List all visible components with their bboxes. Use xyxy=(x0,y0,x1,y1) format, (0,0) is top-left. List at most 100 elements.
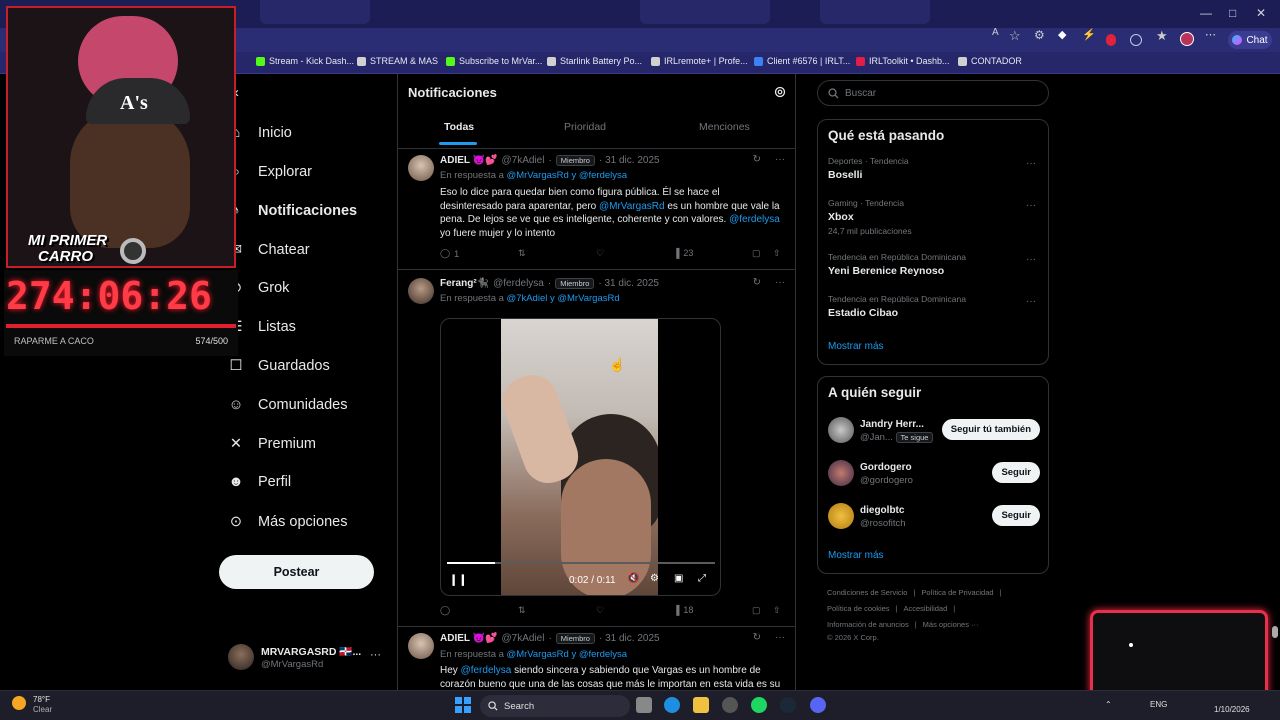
nav-item-inicio[interactable]: ⌂Inicio xyxy=(228,121,292,145)
file-explorer-icon[interactable] xyxy=(693,697,709,713)
nav-item-perfil[interactable]: ☻ Perfil xyxy=(228,470,291,494)
bookmark-item[interactable]: IRLToolkit • Dashb... xyxy=(856,56,950,66)
reply-targets[interactable]: @MrVargasRd y @ferdelysa xyxy=(507,170,627,181)
tweet[interactable]: ADIEL 😈💕 @7kAdiel · Miembro · 31 dic. 20… xyxy=(398,148,795,269)
search-input[interactable]: Buscar xyxy=(817,80,1049,106)
steam-icon[interactable] xyxy=(780,697,796,713)
nav-item-explorar[interactable]: ⌕ Explorar xyxy=(228,160,312,184)
tweet-avatar[interactable] xyxy=(408,155,434,181)
nav-item-guardados[interactable]: ☐ Guardados xyxy=(228,354,330,378)
nav-item-chatear[interactable]: ✉ Chatear xyxy=(228,238,310,262)
browser-tab[interactable] xyxy=(640,0,770,24)
fullscreen-icon[interactable]: ⤢ xyxy=(698,573,706,584)
picture-in-picture-icon[interactable]: ▣ xyxy=(674,573,683,584)
follow-suggestion[interactable]: Jandry Herr... @Jan... Te sigue Seguir tú … xyxy=(828,417,1040,447)
grok-icon[interactable]: ↻ xyxy=(753,632,761,643)
tweet-avatar[interactable] xyxy=(408,278,434,304)
maximize-icon[interactable]: □ xyxy=(1229,6,1236,20)
views-button[interactable]: ▐ 18 xyxy=(673,605,693,615)
spotify-icon[interactable] xyxy=(751,697,767,713)
follow-button[interactable]: Seguir tú también xyxy=(941,419,1040,440)
bookmark-item[interactable]: STREAM & MAS xyxy=(357,56,438,66)
trend-name[interactable]: Boselli xyxy=(828,169,862,181)
tweet-author-handle[interactable]: @ferdelysa xyxy=(493,278,544,289)
weather-temp[interactable]: 78°F xyxy=(33,695,50,704)
tweet-author-name[interactable]: ADIEL 😈💕 xyxy=(440,633,498,644)
pause-icon[interactable]: ❙❙ xyxy=(449,573,467,586)
show-more-link[interactable]: Mostrar más xyxy=(828,550,884,561)
more-icon[interactable]: ··· xyxy=(1026,158,1036,169)
grok-icon[interactable]: ↻ xyxy=(753,277,761,288)
trend-name[interactable]: Yeni Berenice Reynoso xyxy=(828,265,944,277)
tray-chevron-icon[interactable]: ⌃ xyxy=(1105,700,1112,709)
nav-item-comunidades[interactable]: ☺ Comunidades xyxy=(228,393,348,417)
bookmark-item[interactable]: Stream - Kick Dash... xyxy=(256,56,354,66)
tab-prioridad[interactable]: Prioridad xyxy=(564,121,606,133)
browser-tab[interactable] xyxy=(820,0,930,24)
footer-link[interactable]: Información de anuncios xyxy=(827,620,909,629)
bookmark-button[interactable]: ▢ xyxy=(752,248,761,259)
bookmark-item[interactable]: IRLremote+ | Profe... xyxy=(651,56,748,66)
more-icon[interactable]: ··· xyxy=(775,154,785,165)
more-icon[interactable]: ··· xyxy=(775,632,785,643)
extension-diamond-icon[interactable]: ◆ xyxy=(1058,28,1070,41)
mute-icon[interactable]: 🔇 xyxy=(627,573,639,584)
edge-icon[interactable] xyxy=(664,697,680,713)
footer-link[interactable]: Accesibilidad xyxy=(904,604,948,613)
more-icon[interactable]: ··· xyxy=(1026,296,1036,307)
more-icon[interactable]: ··· xyxy=(370,649,381,661)
reply-targets[interactable]: @7kAdiel y @MrVargasRd xyxy=(507,293,620,304)
tweet[interactable]: Ferang²🐈‍⬛ @ferdelysa · Miembro · 31 dic… xyxy=(398,269,795,626)
views-button[interactable]: ▐ 23 xyxy=(673,248,693,258)
footer-link[interactable]: Política de cookies xyxy=(827,604,890,613)
favorite-star-icon[interactable]: ☆ xyxy=(1009,28,1021,43)
favorites-icon[interactable]: ★ xyxy=(1156,28,1168,43)
obs-icon[interactable] xyxy=(722,697,738,713)
like-button[interactable]: ♡ xyxy=(596,605,604,616)
repost-button[interactable]: ⇅ xyxy=(518,605,526,616)
tab-menciones[interactable]: Menciones xyxy=(699,121,750,133)
tweet-date[interactable]: · 31 dic. 2025 xyxy=(598,278,659,289)
follow-avatar[interactable] xyxy=(828,503,854,529)
footer-link[interactable]: © 2026 X Corp. xyxy=(827,633,879,642)
language-indicator[interactable]: ENG xyxy=(1150,700,1167,709)
show-more-link[interactable]: Mostrar más xyxy=(828,341,884,352)
reply-button[interactable]: ◯ 1 xyxy=(440,248,459,259)
follow-avatar[interactable] xyxy=(828,417,854,443)
tweet-author-handle[interactable]: @7kAdiel xyxy=(502,155,545,166)
tweet-date[interactable]: · 31 dic. 2025 xyxy=(599,155,660,166)
follow-suggestion[interactable]: diegolbtc @rosofitch Seguir xyxy=(828,503,1040,533)
settings-gear-icon[interactable] xyxy=(773,85,787,99)
close-icon[interactable]: ✕ xyxy=(1256,6,1266,20)
tweet-avatar[interactable] xyxy=(408,633,434,659)
browser-tab[interactable] xyxy=(260,0,370,24)
more-icon[interactable]: ··· xyxy=(1026,200,1036,211)
weather-icon[interactable] xyxy=(12,696,26,710)
mention-link[interactable]: @ferdelysa xyxy=(461,665,512,676)
mention-link[interactable]: @MrVargasRd xyxy=(599,201,665,212)
more-icon[interactable]: ··· xyxy=(1026,254,1036,265)
nav-item-premium[interactable]: ✕ Premium xyxy=(228,432,316,456)
tweet-author-name[interactable]: Ferang²🐈‍⬛ xyxy=(440,278,489,289)
follow-name[interactable]: Gordogero xyxy=(860,462,912,473)
scrollbar-thumb[interactable] xyxy=(1272,626,1278,638)
bookmark-item[interactable]: Subscribe to MrVar... xyxy=(446,56,542,66)
post-button[interactable]: Postear xyxy=(219,555,374,589)
minimize-icon[interactable]: — xyxy=(1200,6,1212,20)
trend-name[interactable]: Estadio Cibao xyxy=(828,307,898,319)
video-settings-icon[interactable]: ⚙ xyxy=(650,573,659,584)
video-progress-bar[interactable] xyxy=(447,562,715,564)
copilot-chat-button[interactable]: Chat xyxy=(1228,31,1272,49)
bookmark-item[interactable]: CONTADOR xyxy=(958,56,1022,66)
footer-link[interactable]: Política de Privacidad xyxy=(921,588,993,597)
like-button[interactable]: ♡ xyxy=(596,248,604,259)
settings-more-icon[interactable]: ⋯ xyxy=(1205,28,1217,41)
video-player[interactable]: ☝ ❙❙ 0:02 / 0:11 🔇 ⚙ ▣ ⤢ xyxy=(440,318,721,596)
tweet-date[interactable]: · 31 dic. 2025 xyxy=(599,633,660,644)
follow-avatar[interactable] xyxy=(828,460,854,486)
reply-targets[interactable]: @MrVargasRd y @ferdelysa xyxy=(507,649,627,660)
extension-bolt-icon[interactable]: ⚡ xyxy=(1082,28,1096,41)
extension-icon[interactable]: ⚙ xyxy=(1034,28,1046,42)
more-icon[interactable]: ··· xyxy=(775,277,785,288)
mention-link[interactable]: @ferdelysa xyxy=(729,214,780,225)
